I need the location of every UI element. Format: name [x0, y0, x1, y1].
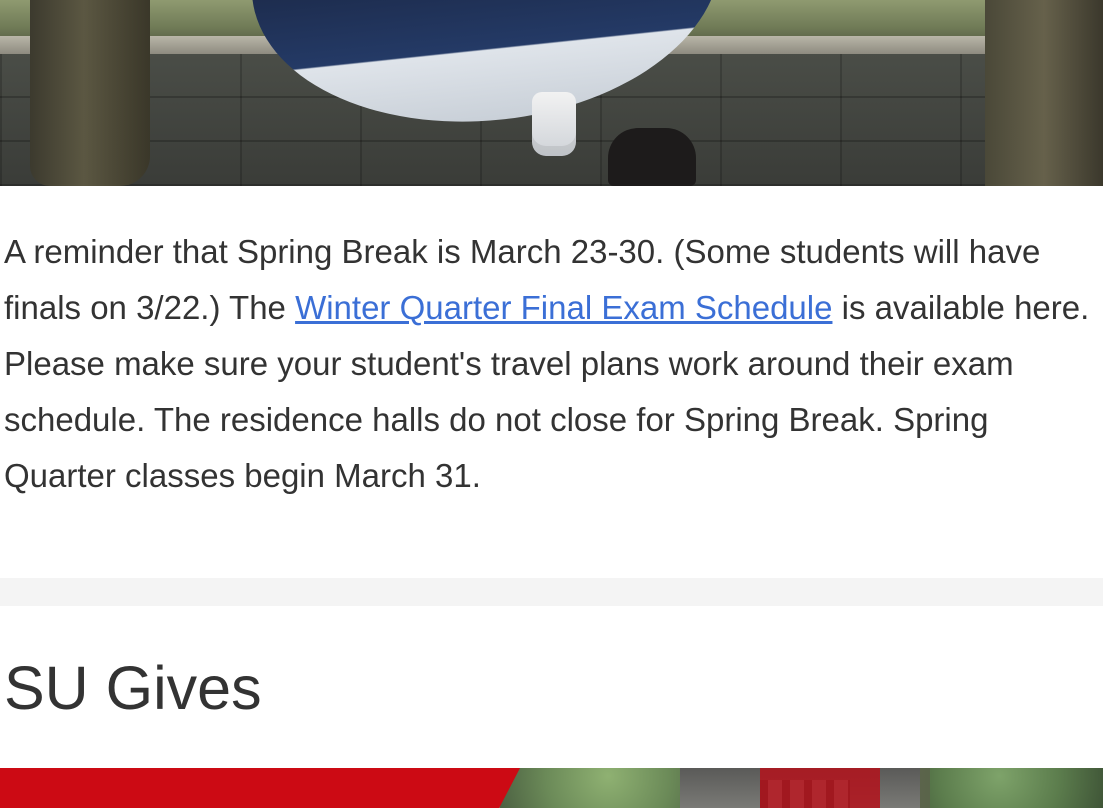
banner-tree-left [500, 768, 680, 808]
photo-water-bottle [532, 92, 576, 156]
section-divider [0, 578, 1103, 606]
section-title: SU Gives [4, 654, 262, 722]
banner-red-block [0, 768, 520, 808]
photo-tree-trunk-right [985, 0, 1103, 186]
final-exam-schedule-link[interactable]: Winter Quarter Final Exam Schedule [295, 289, 832, 326]
photo-backpack [608, 128, 696, 186]
banner-red-accent [760, 768, 880, 808]
banner-tree-right [930, 768, 1103, 808]
hero-photo-hammock [0, 0, 1103, 186]
su-gives-banner-image[interactable] [0, 768, 1103, 808]
page: A reminder that Spring Break is March 23… [0, 0, 1103, 808]
spring-break-notice: A reminder that Spring Break is March 23… [4, 224, 1094, 504]
photo-tree-trunk-left [30, 0, 150, 186]
